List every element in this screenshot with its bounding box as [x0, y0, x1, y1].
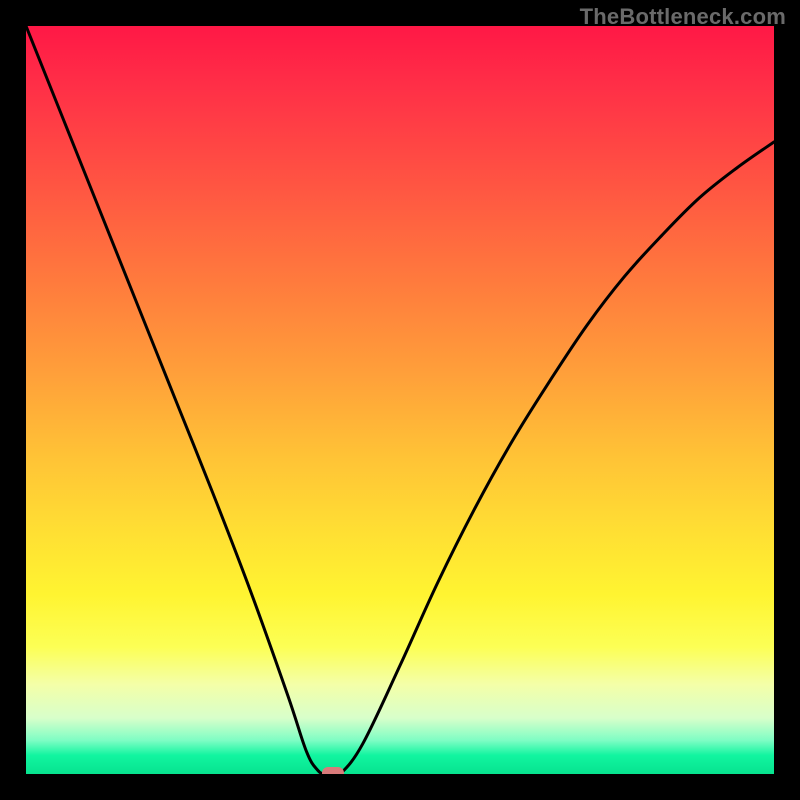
bottleneck-curve-path [26, 26, 774, 774]
curve-svg [26, 26, 774, 774]
plot-area [26, 26, 774, 774]
minimum-marker [322, 767, 344, 775]
chart-frame: TheBottleneck.com [0, 0, 800, 800]
